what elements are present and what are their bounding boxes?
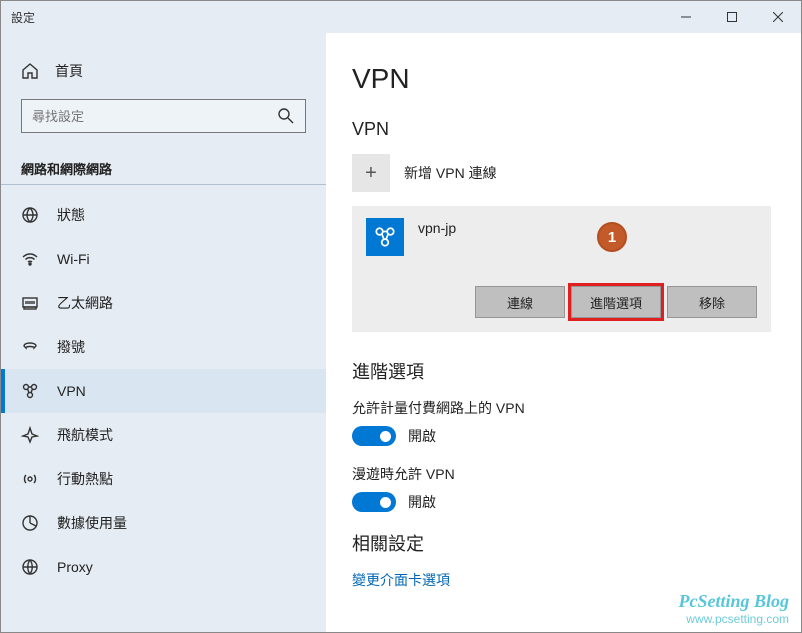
toggle-switch[interactable] [352, 426, 396, 446]
proxy-icon [21, 558, 39, 576]
connect-button[interactable]: 連線 [475, 286, 565, 318]
airplane-icon [21, 426, 39, 444]
vpn-icon [21, 382, 39, 400]
watermark: PcSetting Blog www.pcsetting.com [678, 591, 789, 626]
vpn-connection-card[interactable]: vpn-jp 1 連線 進階選項 移除 [352, 206, 771, 332]
sidebar-item-datausage[interactable]: 數據使用量 [1, 501, 326, 545]
ethernet-icon [21, 294, 39, 312]
search-icon [277, 107, 295, 125]
sidebar-item-proxy[interactable]: Proxy [1, 545, 326, 589]
sidebar: 首頁 網路和網際網路 狀態 Wi-Fi 乙太網路 撥號 [1, 33, 326, 632]
window-title: 設定 [11, 9, 35, 26]
dialup-icon [21, 338, 39, 356]
toggle-state: 開啟 [408, 492, 436, 512]
vpn-connection-icon [366, 218, 404, 256]
toggle-label: 漫遊時允許 VPN [352, 464, 771, 484]
maximize-button[interactable] [709, 1, 755, 33]
add-icon: + [352, 154, 390, 192]
annotation-callout-1: 1 [597, 222, 627, 252]
vpn-connection-name: vpn-jp [418, 218, 456, 236]
sidebar-item-label: Wi-Fi [57, 251, 90, 267]
sidebar-item-hotspot[interactable]: 行動熱點 [1, 457, 326, 501]
advanced-options-button[interactable]: 進階選項 [571, 286, 661, 318]
close-button[interactable] [755, 1, 801, 33]
sidebar-item-airplane[interactable]: 飛航模式 [1, 413, 326, 457]
sidebar-item-dialup[interactable]: 撥號 [1, 325, 326, 369]
sidebar-item-label: 撥號 [57, 337, 85, 357]
sidebar-item-wifi[interactable]: Wi-Fi [1, 237, 326, 281]
sidebar-item-label: 飛航模式 [57, 425, 113, 445]
toggle-roaming-vpn: 漫遊時允許 VPN 開啟 [352, 464, 771, 512]
sidebar-item-vpn[interactable]: VPN [1, 369, 326, 413]
hotspot-icon [21, 470, 39, 488]
sidebar-item-label: VPN [57, 383, 86, 399]
globe-icon [21, 206, 39, 224]
toggle-metered-vpn: 允許計量付費網路上的 VPN 開啟 [352, 398, 771, 446]
sidebar-item-label: 狀態 [57, 205, 85, 225]
remove-button[interactable]: 移除 [667, 286, 757, 318]
related-section-title: 相關設定 [352, 530, 771, 556]
advanced-section-title: 進階選項 [352, 358, 771, 384]
watermark-url: www.pcsetting.com [678, 612, 789, 626]
main-content: VPN VPN + 新增 VPN 連線 vpn-jp 1 連線 進階選項 移除 … [326, 33, 801, 632]
sidebar-item-label: 數據使用量 [57, 513, 127, 533]
change-adapter-link[interactable]: 變更介面卡選項 [352, 570, 771, 590]
watermark-title: PcSetting Blog [678, 591, 789, 612]
home-label: 首頁 [55, 61, 83, 81]
minimize-button[interactable] [663, 1, 709, 33]
sidebar-home[interactable]: 首頁 [1, 53, 326, 99]
sidebar-item-label: 行動熱點 [57, 469, 113, 489]
vpn-section-header: VPN [352, 119, 771, 140]
vpn-card-actions: 連線 進階選項 移除 [366, 286, 757, 318]
data-icon [21, 514, 39, 532]
add-vpn-row[interactable]: + 新增 VPN 連線 [352, 154, 771, 192]
nav-list: 狀態 Wi-Fi 乙太網路 撥號 VPN 飛航模式 [1, 193, 326, 632]
toggle-state: 開啟 [408, 426, 436, 446]
home-icon [21, 62, 39, 80]
sidebar-item-label: Proxy [57, 559, 93, 575]
toggle-label: 允許計量付費網路上的 VPN [352, 398, 771, 418]
toggle-switch[interactable] [352, 492, 396, 512]
sidebar-section-header: 網路和網際網路 [1, 153, 326, 185]
search-box[interactable] [21, 99, 306, 133]
sidebar-item-label: 乙太網路 [57, 293, 113, 313]
page-title: VPN [352, 63, 771, 95]
titlebar: 設定 [1, 1, 801, 33]
search-input[interactable] [32, 109, 277, 124]
add-vpn-label: 新增 VPN 連線 [404, 163, 497, 183]
sidebar-item-ethernet[interactable]: 乙太網路 [1, 281, 326, 325]
wifi-icon [21, 250, 39, 268]
sidebar-item-status[interactable]: 狀態 [1, 193, 326, 237]
window-controls [663, 1, 801, 33]
